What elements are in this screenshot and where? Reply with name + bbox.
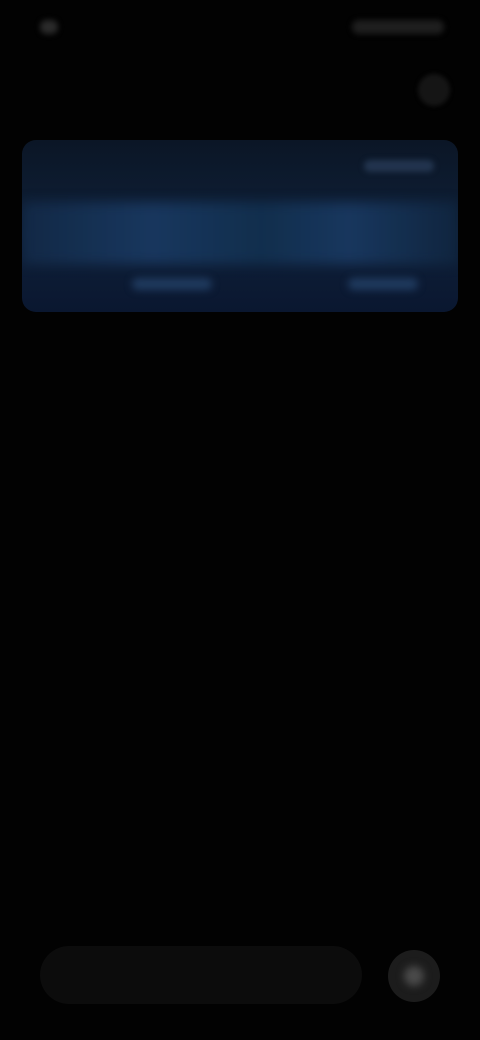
status-bar xyxy=(0,0,480,52)
status-indicators xyxy=(352,20,444,34)
send-icon xyxy=(404,966,424,986)
card-footer-right xyxy=(348,278,418,290)
card-corner-meta xyxy=(364,160,434,172)
composer-bar xyxy=(0,920,480,1040)
header xyxy=(0,60,480,120)
card-graphic xyxy=(22,202,458,264)
card-label xyxy=(44,158,284,178)
app-screen xyxy=(0,0,480,1040)
page-title xyxy=(22,74,232,102)
card-footer-left xyxy=(132,278,212,290)
message-input[interactable] xyxy=(40,946,362,1004)
info-card[interactable] xyxy=(22,140,458,312)
camera-cutout xyxy=(40,20,58,34)
more-icon[interactable] xyxy=(418,74,450,106)
send-button[interactable] xyxy=(388,950,440,1002)
